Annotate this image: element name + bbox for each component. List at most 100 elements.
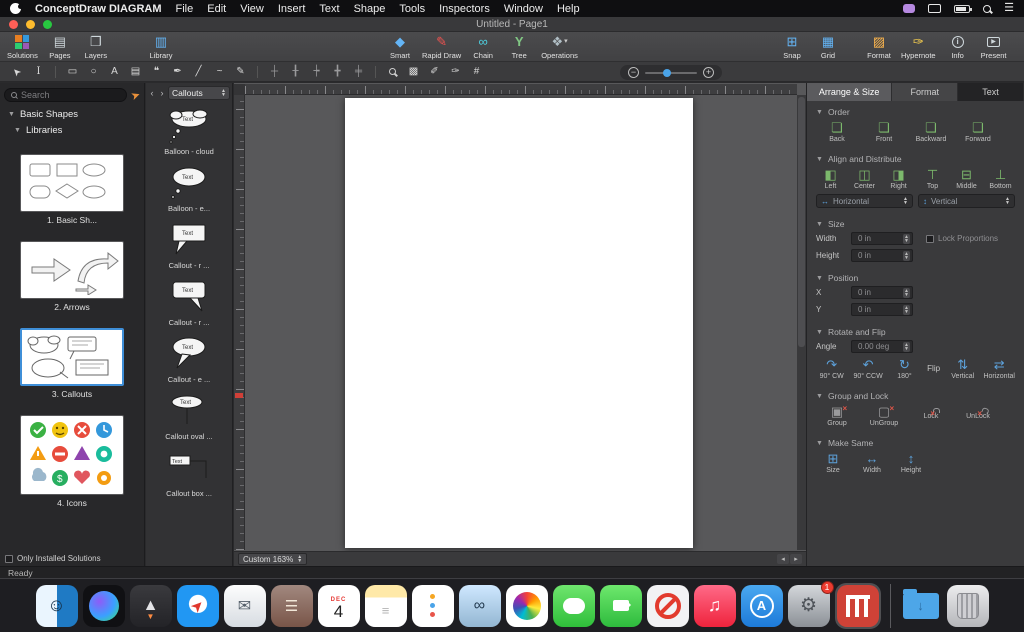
dock-calendar-icon[interactable]: DEC 4 (318, 585, 360, 627)
zoom-out-button[interactable]: − (628, 67, 639, 78)
only-installed-checkbox[interactable] (5, 555, 13, 563)
pattern-tool[interactable]: ▩ (404, 64, 423, 80)
order-backward-button[interactable]: ❏Backward (910, 120, 952, 143)
library-preview-arrows[interactable] (20, 241, 124, 299)
lock-proportions-checkbox[interactable] (926, 235, 934, 243)
pointer-tool[interactable]: ➤ (8, 64, 27, 80)
line-tool[interactable]: ╱ (189, 64, 208, 80)
section-size-header[interactable]: ▼Size (816, 219, 1015, 229)
zoom-slider-knob[interactable] (663, 69, 671, 77)
stepper-icon[interactable]: ▲▼ (903, 342, 910, 352)
dock-facetime-icon[interactable] (600, 585, 642, 627)
height-field[interactable]: 0 in▲▼ (851, 249, 913, 262)
vertical-ruler[interactable] (234, 95, 245, 550)
zoom-level-dropdown[interactable]: Custom 163% ▲▼ (238, 553, 307, 565)
scrollbar-thumb[interactable] (798, 97, 805, 347)
library-shape-balloon-cloud[interactable]: Text Balloon - cloud (164, 107, 214, 156)
snap-button[interactable]: ⊞ Snap (775, 33, 809, 60)
dock-music-icon[interactable]: ♫ (694, 585, 736, 627)
dock-siri-icon[interactable] (83, 585, 125, 627)
dock-trash-icon[interactable] (947, 585, 989, 627)
order-forward-button[interactable]: ❏Forward (957, 120, 999, 143)
battery-icon[interactable] (954, 5, 970, 13)
section-align-header[interactable]: ▼Align and Distribute (816, 154, 1015, 164)
width-field[interactable]: 0 in▲▼ (851, 232, 913, 245)
library-shape-callout-ellipse[interactable]: Text Callout - e ... (164, 335, 214, 384)
library-shape-callout-oval[interactable]: Text Callout oval ... (164, 392, 214, 441)
zoom-slider[interactable] (645, 72, 697, 74)
operations-button[interactable]: ❖▾ Operations (538, 33, 581, 60)
eyedropper-tool[interactable]: ✐ (425, 64, 444, 80)
dock-contacts-icon[interactable]: ☰ (271, 585, 313, 627)
distribute-vertical-dropdown[interactable]: ↕ Vertical ▲▼ (918, 194, 1015, 208)
solutions-button[interactable]: Solutions (4, 33, 41, 60)
menu-text[interactable]: Text (319, 3, 339, 15)
only-installed-solutions[interactable]: Only Installed Solutions (5, 554, 101, 563)
dock-downloads-icon[interactable]: ↓ (900, 585, 942, 627)
make-same-width-button[interactable]: ↔Width (855, 451, 889, 474)
flip-horizontal-button[interactable]: ⇄Horizontal (983, 357, 1015, 380)
hypernote-button[interactable]: ✑ Hypernote (898, 33, 939, 60)
distribute-horizontal-dropdown[interactable]: ↔ Horizontal ▲▼ (816, 194, 913, 208)
position-y-field[interactable]: 0 in▲▼ (851, 303, 913, 316)
library-forward-icon[interactable]: › (158, 88, 166, 98)
tab-arrange-size[interactable]: Arrange & Size (807, 83, 892, 101)
stepper-icon[interactable]: ▲▼ (903, 251, 910, 261)
present-button[interactable]: ▶ Present (977, 33, 1011, 60)
align-top-button[interactable]: ⊤Top (918, 167, 947, 190)
comment-tool[interactable]: ❝ (147, 64, 166, 80)
unlock-button[interactable]: UnLock (957, 412, 999, 420)
order-back-button[interactable]: ❏Back (816, 120, 858, 143)
dock-photos-icon[interactable] (506, 585, 548, 627)
library-shape-callout-rect-2[interactable]: Text Callout - r ... (164, 278, 214, 327)
flip-vertical-button[interactable]: ⇅Vertical (947, 357, 978, 380)
zoom-in-button[interactable]: + (703, 67, 714, 78)
curve-tool[interactable]: ~ (210, 64, 229, 80)
scroll-left-button[interactable]: ◂ (777, 554, 789, 564)
ruler-marker[interactable] (235, 393, 243, 398)
angle-field[interactable]: 0.00 deg▲▼ (851, 340, 913, 353)
library-preview-callouts[interactable] (20, 328, 124, 386)
rotate-180-button[interactable]: ↻180° (889, 357, 920, 380)
spotlight-search-icon[interactable] (983, 5, 991, 13)
align-left-button[interactable]: ◧Left (816, 167, 845, 190)
apple-menu-icon[interactable] (10, 3, 21, 14)
library-preview-icons[interactable]: $ (20, 415, 124, 495)
format-button[interactable]: ▨ Format (862, 33, 896, 60)
section-make-same-header[interactable]: ▼Make Same (816, 438, 1015, 448)
section-basic-shapes[interactable]: ▼ Basic Shapes (0, 106, 144, 122)
library-preview-basic-shapes[interactable] (20, 154, 124, 212)
dock-reminders-icon[interactable] (412, 585, 454, 627)
chat-icon[interactable] (903, 4, 915, 13)
stepper-icon[interactable]: ▲▼ (903, 234, 910, 244)
pages-button[interactable]: ▤ Pages (43, 33, 77, 60)
section-libraries[interactable]: ▼ Libraries (0, 122, 144, 138)
dock-do-not-enter-icon[interactable] (647, 585, 689, 627)
ungroup-button[interactable]: ▢UnGroup (863, 404, 905, 427)
dock-notes-icon[interactable]: ≡ (365, 585, 407, 627)
dock-launchpad-icon[interactable]: ▲▼ (130, 585, 172, 627)
rapid-draw-button[interactable]: ✎ Rapid Draw (419, 33, 464, 60)
text-select-tool[interactable]: I (29, 64, 48, 80)
dock-preview-icon[interactable]: ∞ (459, 585, 501, 627)
pen-tool[interactable]: ✒ (168, 64, 187, 80)
zoom-tool[interactable] (383, 64, 402, 80)
section-position-header[interactable]: ▼Position (816, 273, 1015, 283)
display-icon[interactable] (928, 4, 941, 13)
align-right-button[interactable]: ◨Right (884, 167, 913, 190)
library-back-icon[interactable]: ‹ (148, 88, 156, 98)
crop-tool[interactable]: # (467, 64, 486, 80)
section-rotate-header[interactable]: ▼Rotate and Flip (816, 327, 1015, 337)
split-connector-tool[interactable]: ╪ (349, 64, 368, 80)
solutions-pointer-icon[interactable]: ➤ (129, 87, 142, 102)
menu-list-icon[interactable]: ☰ (1004, 3, 1014, 14)
dock-messages-icon[interactable] (553, 585, 595, 627)
smart-button[interactable]: ◆ Smart (383, 33, 417, 60)
text-tool[interactable]: A (105, 64, 124, 80)
rectangle-tool[interactable]: ▭ (63, 64, 82, 80)
group-button[interactable]: ▣Group (816, 404, 858, 427)
align-middle-button[interactable]: ⊟Middle (952, 167, 981, 190)
rotate-90-cw-button[interactable]: ↷90° CW (816, 357, 847, 380)
document-page[interactable] (345, 98, 693, 548)
make-same-size-button[interactable]: ⊞Size (816, 451, 850, 474)
